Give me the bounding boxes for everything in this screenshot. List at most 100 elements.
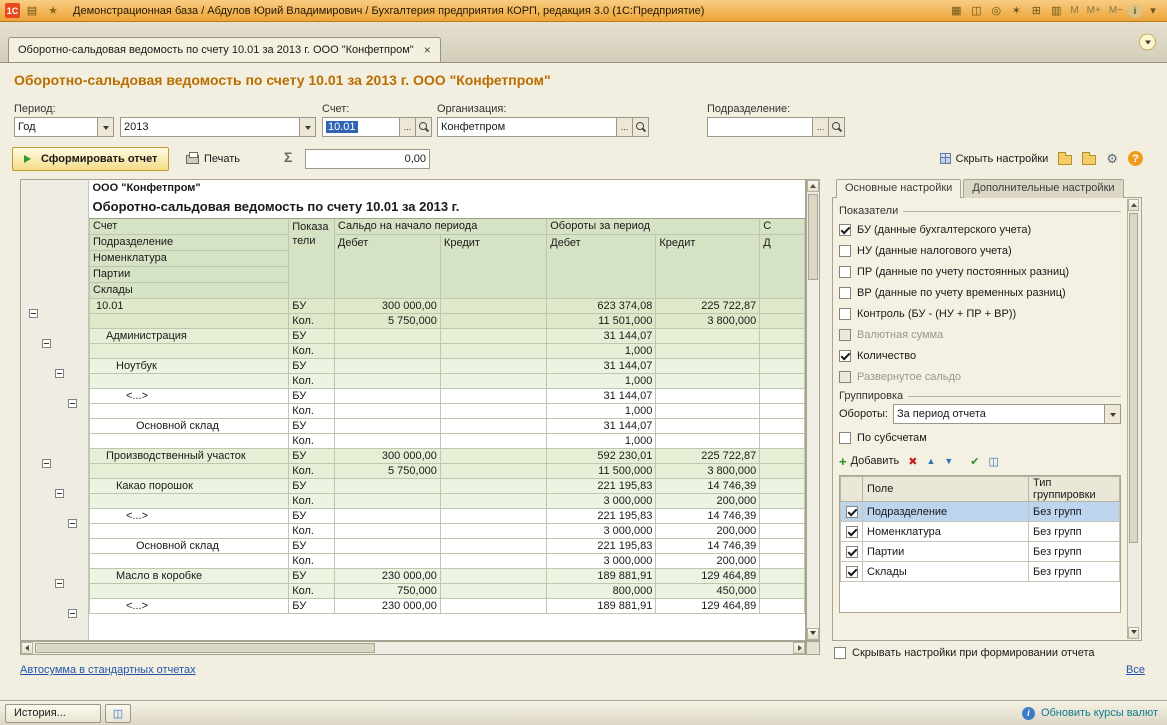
report-row[interactable]: Масло в коробкеБУ230 000,00189 881,91129…	[90, 568, 805, 583]
indicator-checkbox[interactable]	[839, 287, 851, 299]
report-row[interactable]: Основной складБУ31 144,07	[90, 418, 805, 433]
print-button[interactable]: Печать	[182, 149, 244, 169]
favorites-star-icon[interactable]: ★	[44, 3, 62, 19]
tree-collapse-icon[interactable]	[55, 489, 64, 498]
report-row[interactable]: <...>БУ31 144,07	[90, 388, 805, 403]
grouping-row[interactable]: НоменклатураБез групп	[841, 522, 1120, 542]
report-row-quantity[interactable]: Кол.5 750,00011 500,0003 800,000	[90, 463, 805, 478]
scroll-up-arrow[interactable]	[1128, 199, 1139, 211]
autosum-icon[interactable]: Σ	[284, 149, 292, 165]
period-kind-select[interactable]: Год	[14, 117, 114, 137]
report-row[interactable]: 10.01БУ300 000,00623 374,08225 722,87	[90, 298, 805, 313]
grouping-type[interactable]: Без групп	[1029, 502, 1120, 522]
report-row-quantity[interactable]: Кол.1,000	[90, 433, 805, 448]
report-row-quantity[interactable]: Кол.1,000	[90, 403, 805, 418]
grouping-field[interactable]: Склады	[863, 562, 1029, 582]
grouping-field[interactable]: Номенклатура	[863, 522, 1029, 542]
grouping-field[interactable]: Подразделение	[863, 502, 1029, 522]
account-input[interactable]: 10.01	[322, 117, 400, 137]
sum-field[interactable]: 0,00	[305, 149, 430, 169]
indicator-checkbox[interactable]	[839, 308, 851, 320]
magnifier-icon[interactable]	[416, 117, 432, 137]
by-subaccounts-checkbox[interactable]	[839, 432, 851, 444]
scroll-thumb[interactable]	[35, 643, 375, 653]
report-row-quantity[interactable]: Кол.1,000	[90, 343, 805, 358]
add-favorite-icon[interactable]: ✶	[1007, 3, 1025, 19]
choose-button[interactable]: ...	[400, 117, 416, 137]
tree-collapse-icon[interactable]	[42, 459, 51, 468]
indicator-checkbox[interactable]	[839, 224, 851, 236]
scroll-right-arrow[interactable]	[793, 642, 805, 654]
chevron-down-icon[interactable]	[98, 117, 114, 137]
report-row-quantity[interactable]: Кол.3 000,000200,000	[90, 553, 805, 568]
tree-collapse-icon[interactable]	[55, 369, 64, 378]
save-settings-icon[interactable]	[1082, 155, 1096, 165]
grouping-type[interactable]: Без групп	[1029, 542, 1120, 562]
report-vertical-scrollbar[interactable]	[806, 179, 820, 641]
chevron-down-icon[interactable]: ▾	[1144, 3, 1162, 19]
all-settings-link[interactable]: Все	[1126, 664, 1145, 676]
tree-collapse-icon[interactable]	[29, 309, 38, 318]
report-row[interactable]: Какао порошокБУ221 195,8314 746,39	[90, 478, 805, 493]
grouping-checkbox[interactable]	[846, 566, 858, 578]
tree-collapse-icon[interactable]	[55, 579, 64, 588]
magnifier-icon[interactable]	[829, 117, 845, 137]
grouping-field[interactable]: Партии	[863, 542, 1029, 562]
department-input[interactable]	[707, 117, 813, 137]
tree-collapse-icon[interactable]	[68, 519, 77, 528]
indicator-checkbox[interactable]	[839, 245, 851, 257]
report-row[interactable]: Основной складБУ221 195,8314 746,39	[90, 538, 805, 553]
period-year-select[interactable]: 2013	[120, 117, 316, 137]
windows-panel-button[interactable]: ◫	[105, 704, 131, 723]
tree-collapse-icon[interactable]	[68, 399, 77, 408]
info-icon[interactable]: i	[1128, 4, 1142, 18]
update-currency-rates-link[interactable]: Обновить курсы валют	[1041, 707, 1158, 719]
scroll-down-arrow[interactable]	[807, 628, 819, 640]
settings-scrollbar[interactable]	[1127, 199, 1140, 639]
magnifier-icon[interactable]	[633, 117, 649, 137]
memory-minus-button[interactable]: M−	[1106, 5, 1126, 16]
memory-recall-button[interactable]: M	[1067, 5, 1081, 16]
report-row-quantity[interactable]: Кол.750,000800,000450,000	[90, 583, 805, 598]
add-button[interactable]: +Добавить	[839, 455, 899, 468]
grouping-type[interactable]: Без групп	[1029, 522, 1120, 542]
tab-main-settings[interactable]: Основные настройки	[836, 179, 961, 198]
help-icon[interactable]: ?	[1128, 151, 1143, 166]
scroll-up-arrow[interactable]	[807, 180, 819, 192]
chevron-down-icon[interactable]	[1105, 404, 1121, 424]
report-horizontal-scrollbar[interactable]	[20, 641, 806, 655]
grouping-checkbox[interactable]	[846, 526, 858, 538]
tree-collapse-icon[interactable]	[68, 609, 77, 618]
save-icon[interactable]: ▦	[947, 3, 965, 19]
delete-button[interactable]: ✖	[908, 455, 917, 468]
tree-collapse-icon[interactable]	[42, 339, 51, 348]
indicator-checkbox[interactable]	[839, 350, 851, 362]
move-down-button[interactable]: ▼	[944, 456, 953, 466]
calendar-icon[interactable]: ▥	[1047, 3, 1065, 19]
calculator-icon[interactable]: ⊞	[1027, 3, 1045, 19]
grouping-row[interactable]: ПартииБез групп	[841, 542, 1120, 562]
grouping-checkbox[interactable]	[846, 506, 858, 518]
turnovers-select[interactable]: За период отчета	[893, 404, 1121, 424]
hide-on-generate-checkbox[interactable]	[834, 647, 846, 659]
memory-plus-button[interactable]: M+	[1084, 5, 1104, 16]
report-row[interactable]: АдминистрацияБУ31 144,07	[90, 328, 805, 343]
scroll-thumb[interactable]	[1129, 213, 1138, 543]
generate-report-button[interactable]: Сформировать отчет	[12, 147, 169, 171]
scroll-left-arrow[interactable]	[21, 642, 33, 654]
hide-settings-button[interactable]: Скрыть настройки	[940, 153, 1049, 165]
tab-additional-settings[interactable]: Дополнительные настройки	[963, 179, 1123, 198]
main-menu-icon[interactable]: ▤	[23, 3, 41, 19]
report-row[interactable]: Производственный участокБУ300 000,00592 …	[90, 448, 805, 463]
choose-button[interactable]: ...	[813, 117, 829, 137]
move-up-button[interactable]: ▲	[926, 456, 935, 466]
open-windows-button[interactable]	[1139, 34, 1156, 51]
report-row[interactable]: <...>БУ230 000,00189 881,91129 464,89	[90, 598, 805, 613]
scroll-thumb[interactable]	[808, 194, 818, 280]
organization-input[interactable]: Конфетпром	[437, 117, 617, 137]
find-icon[interactable]: ◎	[987, 3, 1005, 19]
grouping-column-header[interactable]: Поле	[863, 477, 1029, 502]
copy-settings-button[interactable]: ◫	[989, 455, 999, 468]
settings-gear-icon[interactable]: ⚙	[1106, 152, 1118, 165]
history-button[interactable]: История...	[5, 704, 101, 723]
